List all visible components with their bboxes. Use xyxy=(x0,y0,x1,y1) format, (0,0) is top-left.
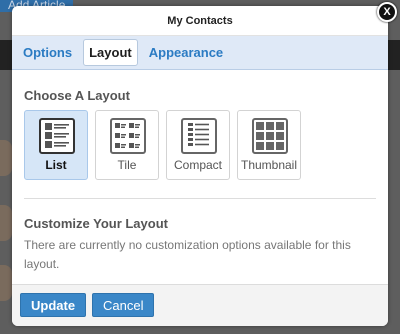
cancel-button[interactable]: Cancel xyxy=(92,293,155,317)
choose-layout-heading: Choose A Layout xyxy=(24,88,130,103)
layout-option-label: List xyxy=(45,158,67,172)
layout-option-tile[interactable]: Tile xyxy=(95,110,159,180)
my-contacts-dialog: My Contacts Options Layout Appearance Ch… xyxy=(12,6,388,326)
thumbnail-layout-icon xyxy=(252,118,288,154)
list-layout-icon xyxy=(39,118,75,154)
tab-bar: Options Layout Appearance xyxy=(12,36,388,70)
background-strip-left xyxy=(0,40,12,70)
background-avatar xyxy=(0,140,12,176)
layout-option-list[interactable]: List xyxy=(24,110,88,180)
compact-layout-icon xyxy=(181,118,217,154)
layout-option-label: Compact xyxy=(173,158,223,172)
layout-option-thumbnail[interactable]: Thumbnail xyxy=(237,110,301,180)
background-avatar xyxy=(0,265,12,301)
customize-message: There are currently no customization opt… xyxy=(24,238,351,271)
tab-layout[interactable]: Layout xyxy=(83,39,138,66)
background-avatar xyxy=(0,205,12,241)
update-button[interactable]: Update xyxy=(20,293,87,317)
tile-layout-icon xyxy=(110,118,146,154)
dialog-footer: Update Cancel xyxy=(12,284,388,326)
layout-option-compact[interactable]: Compact xyxy=(166,110,230,180)
layout-option-label: Tile xyxy=(117,158,137,172)
tab-appearance[interactable]: Appearance xyxy=(144,40,228,65)
close-button[interactable]: X xyxy=(377,2,397,22)
layout-options: List Tile Compact Thumbnail xyxy=(24,110,308,180)
tab-options[interactable]: Options xyxy=(18,40,77,65)
dialog-title: My Contacts xyxy=(12,6,388,36)
section-divider xyxy=(24,198,376,199)
layout-option-label: Thumbnail xyxy=(240,158,298,172)
customize-layout-heading: Customize Your Layout xyxy=(24,216,168,231)
